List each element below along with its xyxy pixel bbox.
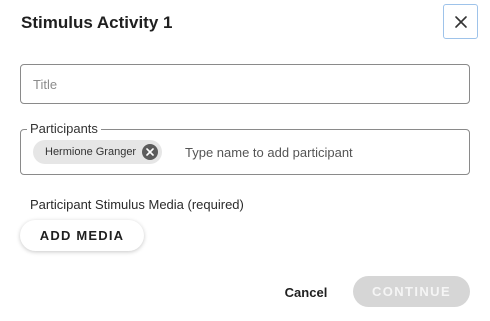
remove-participant-button[interactable]	[142, 144, 159, 160]
close-circle-icon	[146, 148, 154, 156]
add-participant-input[interactable]	[185, 141, 455, 163]
cancel-button[interactable]: Cancel	[276, 277, 336, 307]
close-button[interactable]	[443, 4, 478, 39]
title-field	[20, 64, 470, 104]
media-label: Participant Stimulus Media (required)	[30, 197, 244, 212]
participant-chip-label: Hermione Granger	[45, 146, 137, 158]
dialog-title: Stimulus Activity 1	[21, 13, 173, 32]
participant-chip: Hermione Granger	[33, 140, 163, 164]
add-media-button[interactable]: ADD MEDIA	[20, 220, 144, 251]
close-icon	[454, 15, 467, 28]
participants-label: Participants	[27, 121, 101, 137]
stimulus-activity-dialog: Stimulus Activity 1 Participants Hermion…	[0, 0, 490, 321]
continue-button[interactable]: CONTINUE	[353, 276, 470, 307]
participants-field: Participants Hermione Granger	[20, 121, 470, 175]
title-input[interactable]	[21, 65, 469, 103]
